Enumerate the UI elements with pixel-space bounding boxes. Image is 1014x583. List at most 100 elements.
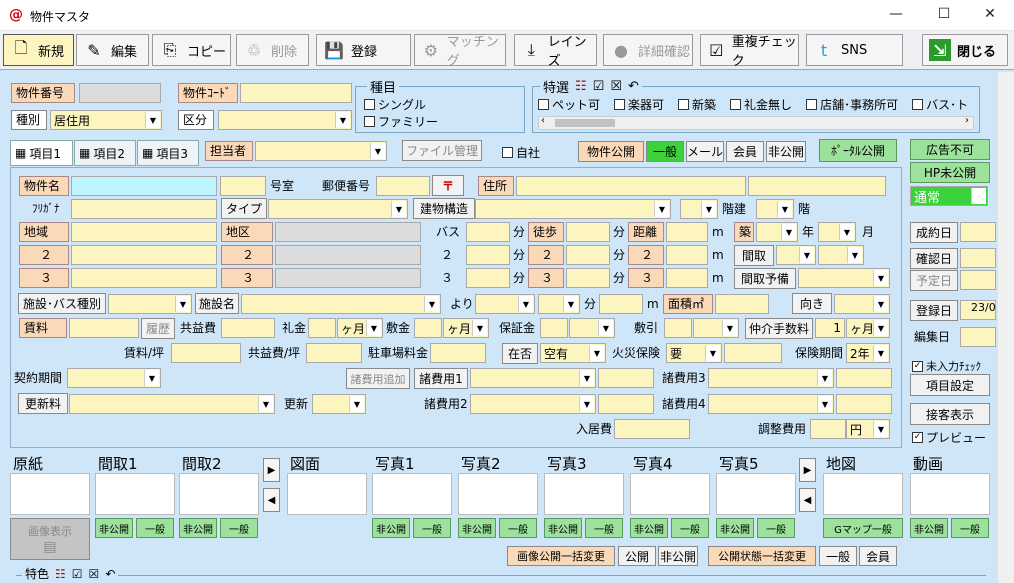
district3-field[interactable] — [275, 268, 421, 288]
distance2-field[interactable] — [666, 245, 708, 265]
photo-slot-genshi[interactable] — [10, 473, 90, 515]
area3-field[interactable] — [71, 268, 217, 288]
bulk-public-button[interactable]: 公開 — [618, 546, 656, 566]
register-button[interactable]: 💾 登録 — [316, 34, 411, 66]
facility-name-select[interactable]: ▼ — [241, 294, 441, 314]
contract-period-select[interactable]: ▼ — [67, 368, 161, 388]
photo-slot-madori1[interactable] — [95, 473, 175, 515]
detail-check-button[interactable]: ● 詳細確認 — [603, 34, 693, 66]
scheduled-date-button[interactable]: 予定日 — [910, 270, 958, 291]
edit-button[interactable]: ✎ 編集 — [76, 34, 149, 66]
photo5-private-button[interactable]: 非公開 — [716, 518, 754, 538]
fee3-select[interactable]: ▼ — [708, 368, 834, 388]
bus3-field[interactable] — [466, 268, 510, 288]
preview-checkbox[interactable]: ✓ プレビュー — [912, 429, 986, 446]
bulk-member-button[interactable]: 会員 — [859, 546, 897, 566]
brokerage-unit-select[interactable]: ヶ月 ▼ — [846, 318, 890, 338]
confirm-date-button[interactable]: 確認日 — [910, 248, 958, 269]
fee1-select[interactable]: ▼ — [470, 368, 596, 388]
kind-select[interactable]: 居住用 ▼ — [50, 110, 162, 130]
tanto-select[interactable]: ▼ — [255, 141, 387, 161]
photo-prev-button[interactable]: ◀ — [263, 488, 280, 512]
publish-general-button[interactable]: 一般 — [646, 141, 684, 162]
madori-select-1[interactable]: ▼ — [776, 245, 816, 265]
renewal-select[interactable]: ▼ — [312, 394, 366, 414]
check-icon[interactable]: ☑ — [72, 567, 83, 581]
deposit-field[interactable] — [414, 318, 442, 338]
own-company-checkbox[interactable]: 自社 — [502, 144, 540, 161]
room-field[interactable] — [220, 176, 266, 196]
name-field[interactable] — [71, 176, 217, 196]
photo1-general-button[interactable]: 一般 — [413, 518, 451, 538]
vertical-scrollbar[interactable] — [998, 72, 1014, 583]
bus2-field[interactable] — [466, 245, 510, 265]
key-money-unit-select[interactable]: ヶ月 ▼ — [337, 318, 383, 338]
distance-field[interactable] — [666, 222, 708, 242]
confirm-date-field[interactable] — [960, 248, 996, 268]
madori-plan-button[interactable]: 間取予備 — [734, 268, 796, 289]
duplicate-check-button[interactable]: ☑ 重複チェック — [700, 34, 799, 69]
area-m2-field[interactable] — [715, 294, 769, 314]
rent-field[interactable] — [69, 318, 139, 338]
tab-item3[interactable]: ▦ 項目3 — [137, 140, 199, 166]
structure-select[interactable]: ▼ — [475, 199, 671, 219]
deposit-unit-select[interactable]: ヶ月 ▼ — [443, 318, 489, 338]
special-hscrollbar[interactable]: ‹ › — [538, 115, 974, 130]
key-money-field[interactable] — [308, 318, 336, 338]
undo-icon[interactable]: ↶ — [105, 567, 115, 581]
adjust-unit-select[interactable]: 円 ▼ — [846, 419, 890, 439]
add-fee-button[interactable]: 諸費用追加 — [346, 368, 410, 389]
postal-field[interactable] — [376, 176, 430, 196]
facility-type-select[interactable]: ▼ — [108, 294, 192, 314]
photo3-private-button[interactable]: 非公開 — [544, 518, 582, 538]
matching-button[interactable]: ⚙ マッチング — [414, 34, 506, 69]
type-single-checkbox[interactable]: シングル — [364, 96, 426, 113]
area-field[interactable] — [71, 222, 217, 242]
adjust-field[interactable] — [810, 419, 846, 439]
register-date-button[interactable]: 登録日 — [910, 300, 958, 321]
section-select[interactable]: ▼ — [218, 110, 352, 130]
photo1-private-button[interactable]: 非公開 — [372, 518, 410, 538]
contract-date-button[interactable]: 成約日 — [910, 222, 958, 243]
facility-distance-select[interactable]: ▼ — [475, 294, 535, 314]
special-item-1[interactable]: 楽器可 — [614, 96, 664, 113]
photo-slot-video[interactable] — [910, 473, 990, 515]
bus-field[interactable] — [466, 222, 510, 242]
postal-search-button[interactable]: 〒 — [432, 175, 464, 196]
photo3-general-button[interactable]: 一般 — [585, 518, 623, 538]
special-item-4[interactable]: 店舗･事務所可 — [806, 96, 898, 113]
bulk-nonpublic-button[interactable]: 非公開 — [658, 546, 698, 566]
madori2-general-button[interactable]: 一般 — [220, 518, 258, 538]
uncheck-icon[interactable]: ☒ — [610, 79, 622, 94]
rent-per-tsubo-field[interactable] — [171, 343, 241, 363]
photo-slot-map[interactable] — [823, 473, 903, 515]
type-family-checkbox[interactable]: ファミリー — [364, 113, 438, 130]
built-month-select[interactable]: ▼ — [818, 222, 856, 242]
reins-button[interactable]: ⤓ レインズ — [514, 34, 597, 69]
publish-private-button[interactable]: 非公開 — [766, 141, 806, 162]
edit-date-field[interactable] — [960, 327, 996, 347]
photo-next-button-2[interactable]: ▶ — [799, 458, 816, 482]
reception-display-button[interactable]: 接客表示 — [910, 403, 990, 425]
portal-publish-button[interactable]: ﾎﾟｰﾀﾙ公開 — [819, 139, 897, 162]
madori1-private-button[interactable]: 非公開 — [95, 518, 133, 538]
video-general-button[interactable]: 一般 — [951, 518, 989, 538]
common-per-tsubo-field[interactable] — [306, 343, 362, 363]
special-item-5[interactable]: バス･ト — [912, 96, 968, 113]
facility-min-field[interactable] — [599, 294, 643, 314]
facility-type-button[interactable]: 施設･バス種別 — [18, 293, 106, 314]
video-private-button[interactable]: 非公開 — [910, 518, 948, 538]
type-select[interactable]: ▼ — [268, 199, 408, 219]
photo-slot-madori2[interactable] — [179, 473, 259, 515]
chevron-right-icon[interactable]: › — [965, 115, 969, 126]
minimize-button[interactable]: — — [882, 6, 910, 24]
file-mgmt-button[interactable]: ファイル管理 — [402, 140, 482, 161]
rent-history-button[interactable]: 履歴 — [141, 318, 175, 339]
photo-next-button[interactable]: ▶ — [263, 458, 280, 482]
list-icon[interactable]: ☷ — [575, 79, 587, 94]
photo-slot-zumen[interactable] — [287, 473, 367, 515]
photo4-general-button[interactable]: 一般 — [671, 518, 709, 538]
publish-mail-button[interactable]: メール — [686, 141, 724, 162]
photo-slot-photo5[interactable] — [716, 473, 796, 515]
photo2-general-button[interactable]: 一般 — [499, 518, 537, 538]
